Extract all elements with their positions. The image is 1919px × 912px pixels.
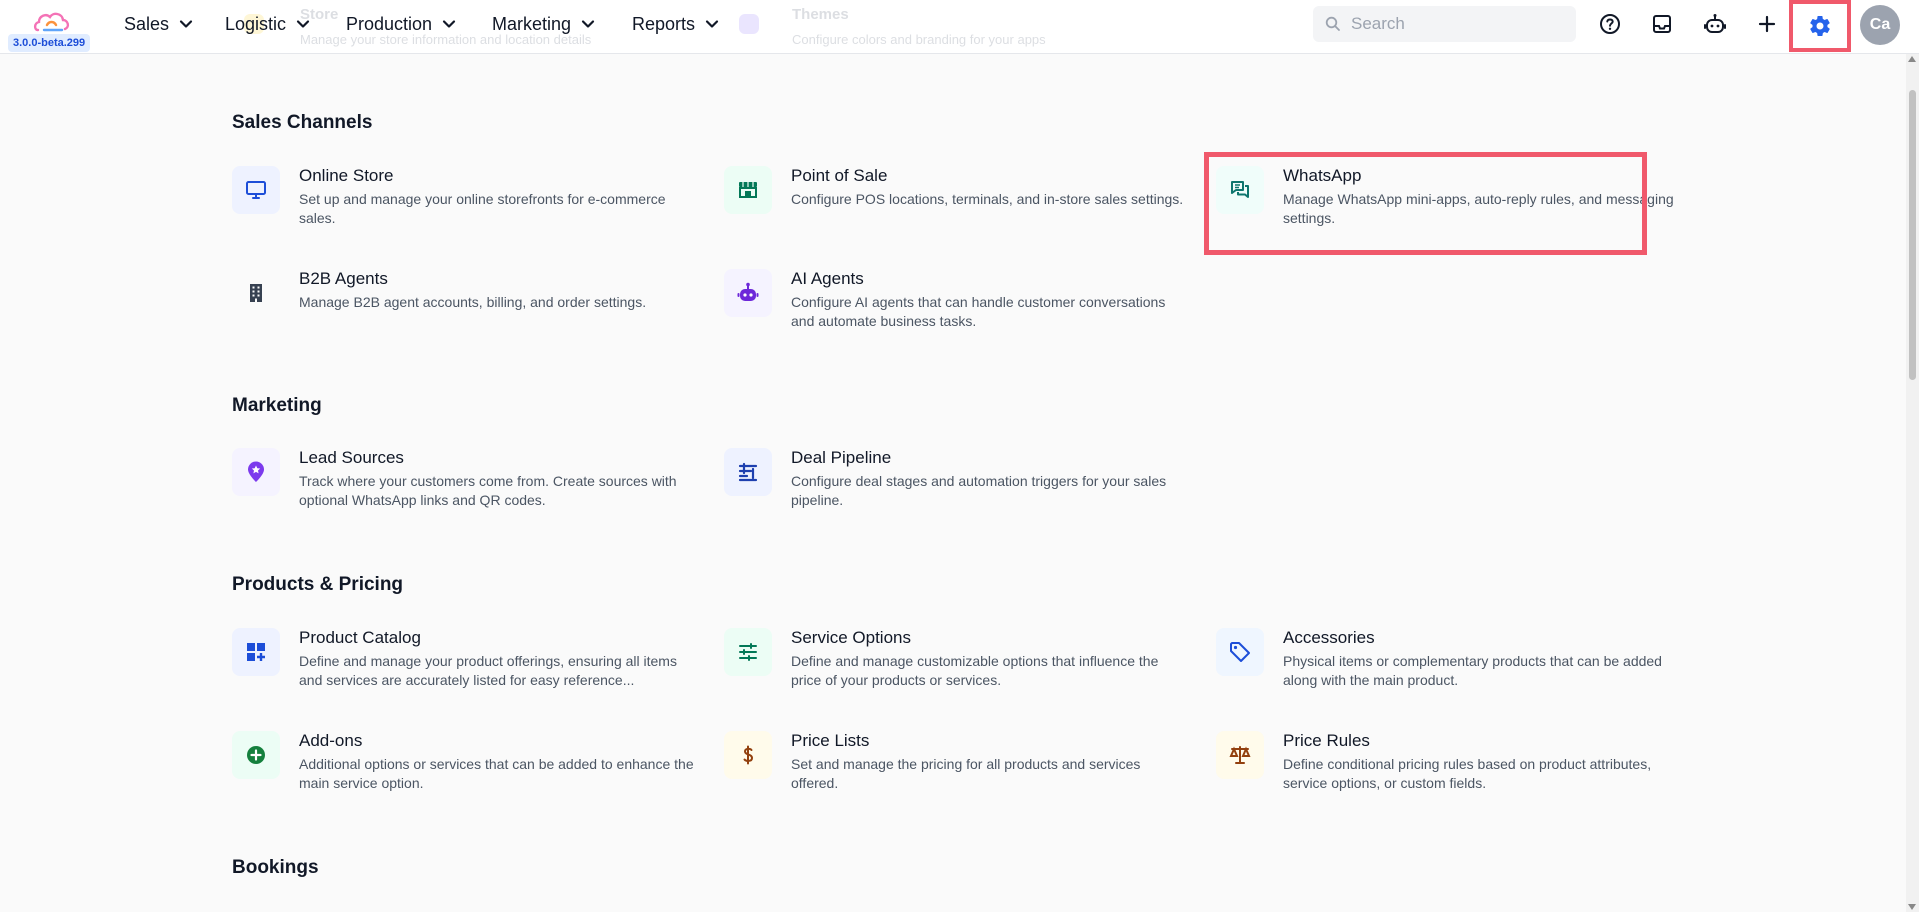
help-button[interactable] xyxy=(1590,5,1630,43)
card-description: Configure POS locations, terminals, and … xyxy=(791,191,1184,207)
help-circle-icon xyxy=(1600,14,1620,34)
card-title: Price Lists xyxy=(791,731,870,750)
card-title: Product Catalog xyxy=(299,628,421,647)
card-description: Set up and manage your online storefront… xyxy=(299,191,666,226)
card-title: Online Store xyxy=(299,166,394,185)
nav-reports[interactable]: Reports xyxy=(632,0,719,48)
card-product-catalog[interactable]: Product Catalog Define and manage your p… xyxy=(232,628,692,708)
card-title: Add-ons xyxy=(299,731,363,750)
card-title: Accessories xyxy=(1283,628,1375,647)
scroll-down-arrow-icon[interactable] xyxy=(1908,904,1916,910)
nav-marketing-label: Marketing xyxy=(492,13,572,34)
card-title: Point of Sale xyxy=(791,166,888,185)
storefront-icon xyxy=(739,182,757,198)
card-description: Physical items or complementary products… xyxy=(1283,653,1662,688)
search-box[interactable] xyxy=(1313,6,1576,42)
card-description: Define and manage your product offerings… xyxy=(299,653,677,688)
avatar[interactable]: Ca xyxy=(1860,5,1900,45)
scale-icon xyxy=(1229,746,1251,764)
plus-circle-icon xyxy=(247,746,265,764)
cloud-logo-icon xyxy=(33,12,70,32)
building-icon xyxy=(250,284,262,302)
card-accessories[interactable]: Accessories Physical items or complement… xyxy=(1216,628,1676,708)
card-description: Set and manage the pricing for all produ… xyxy=(791,756,1141,791)
sliders-icon xyxy=(739,643,757,661)
inbox-button[interactable] xyxy=(1642,5,1682,43)
card-ai-agents[interactable]: AI Agents Configure AI agents that can h… xyxy=(724,269,1184,349)
ghost-themes-subtitle: Configure colors and branding for your a… xyxy=(792,32,1046,47)
card-point-of-sale[interactable]: Point of Sale Configure POS locations, t… xyxy=(724,166,1184,246)
card-price-lists[interactable]: Price Lists Set and manage the pricing f… xyxy=(724,731,1184,811)
page-scrollbar[interactable] xyxy=(1906,54,1919,912)
search-icon xyxy=(1325,16,1340,31)
card-description: Configure deal stages and automation tri… xyxy=(791,473,1167,508)
section-title-marketing: Marketing xyxy=(232,395,322,416)
card-b2b-agents[interactable]: B2B Agents Manage B2B agent accounts, bi… xyxy=(232,269,692,349)
section-title-products-pricing: Products & Pricing xyxy=(232,574,404,595)
card-description: Manage B2B agent accounts, billing, and … xyxy=(299,294,647,310)
ai-assistant-button[interactable] xyxy=(1695,5,1735,43)
nav-sales[interactable]: Sales xyxy=(124,0,193,48)
nav-production-label: Production xyxy=(346,13,433,34)
robot-icon xyxy=(737,282,759,301)
top-bar: Store Manage your store information and … xyxy=(0,0,1919,54)
card-description: Track where your customers come from. Cr… xyxy=(299,473,677,508)
section-title-sales-channels: Sales Channels xyxy=(232,112,373,133)
chevron-down-icon xyxy=(581,20,595,28)
nav-production[interactable]: Production xyxy=(346,0,456,48)
nav-logistic[interactable]: Logistic xyxy=(225,0,310,48)
card-online-store[interactable]: Online Store Set up and manage your onli… xyxy=(232,166,692,246)
card-description: Configure AI agents that can handle cust… xyxy=(791,294,1166,329)
card-description: Define and manage customizable options t… xyxy=(791,653,1159,688)
card-add-ons[interactable]: Add-ons Additional options or services t… xyxy=(232,731,694,811)
card-title: AI Agents xyxy=(791,269,864,288)
ghost-themes-icon xyxy=(739,14,759,34)
nav-logistic-label: Logistic xyxy=(225,13,287,34)
card-deal-pipeline[interactable]: Deal Pipeline Configure deal stages and … xyxy=(724,448,1184,528)
card-title: B2B Agents xyxy=(299,269,388,288)
app-logo[interactable]: 3.0.0-beta.299 xyxy=(8,6,98,52)
card-title: Price Rules xyxy=(1283,731,1370,750)
inbox-icon xyxy=(1653,15,1671,33)
scrollbar-thumb[interactable] xyxy=(1909,90,1916,380)
plus-icon xyxy=(1758,15,1776,33)
card-description: Define conditional pricing rules based o… xyxy=(1283,756,1652,791)
card-description: Manage WhatsApp mini-apps, auto-reply ru… xyxy=(1283,191,1674,226)
card-title: Deal Pipeline xyxy=(791,448,892,467)
pipeline-icon xyxy=(738,462,758,482)
tag-icon xyxy=(1230,642,1250,662)
search-input[interactable] xyxy=(1351,14,1551,34)
scroll-up-arrow-icon[interactable] xyxy=(1908,56,1916,62)
chevron-down-icon xyxy=(705,20,719,28)
section-title-bookings: Bookings xyxy=(232,857,319,878)
monitor-icon xyxy=(246,181,266,199)
version-badge: 3.0.0-beta.299 xyxy=(8,34,91,52)
card-price-rules[interactable]: Price Rules Define conditional pricing r… xyxy=(1216,731,1676,811)
chevron-down-icon xyxy=(296,20,310,28)
settings-button[interactable] xyxy=(1789,0,1851,52)
chat-bubbles-icon xyxy=(1231,181,1249,198)
create-new-button[interactable] xyxy=(1747,5,1787,43)
nav-sales-label: Sales xyxy=(124,13,170,34)
ghost-themes-title: Themes xyxy=(792,6,849,23)
location-pin-icon xyxy=(248,461,264,482)
card-description: Additional options or services that can … xyxy=(299,756,694,791)
nav-marketing[interactable]: Marketing xyxy=(492,0,595,48)
nav-reports-label: Reports xyxy=(632,13,696,34)
card-lead-sources[interactable]: Lead Sources Track where your customers … xyxy=(232,448,692,528)
card-title: Lead Sources xyxy=(299,448,404,467)
card-whatsapp[interactable]: WhatsApp Manage WhatsApp mini-apps, auto… xyxy=(1216,166,1676,246)
chevron-down-icon xyxy=(442,20,456,28)
card-service-options[interactable]: Service Options Define and manage custom… xyxy=(724,628,1184,708)
grid-plus-icon xyxy=(247,643,265,661)
chevron-down-icon xyxy=(179,20,193,28)
gear-icon xyxy=(1810,16,1830,37)
card-title: WhatsApp xyxy=(1283,166,1362,185)
dollar-icon xyxy=(743,745,754,765)
card-title: Service Options xyxy=(791,628,911,647)
robot-icon xyxy=(1704,14,1726,33)
